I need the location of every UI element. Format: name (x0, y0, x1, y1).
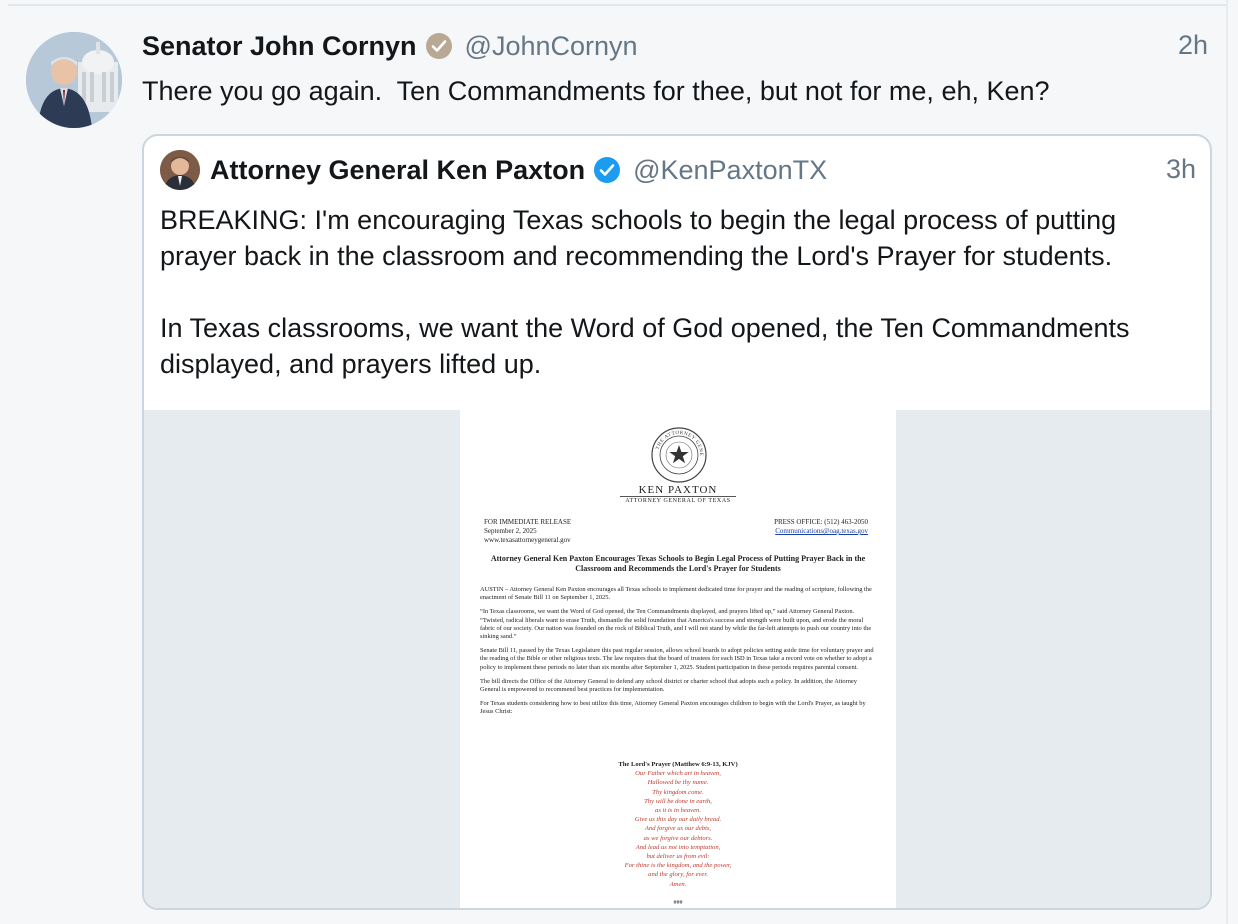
seal-text: THE ATTORNEY GENERAL · OF TEXAS (650, 426, 702, 456)
body-paragraph: The bill directs the Office of the Attor… (480, 677, 857, 694)
press-release-image: THE ATTORNEY GENERAL · OF TEXAS KEN PAXT… (460, 410, 896, 908)
prayer-line: Give us this day our daily bread. (634, 816, 722, 824)
quoted-tweet-header: Attorney General Ken Paxton @KenPaxtonTX (210, 150, 827, 190)
quoted-author-handle[interactable]: @KenPaxtonTX (633, 155, 827, 186)
prayer-line: And lead us not into temptation, (635, 843, 721, 851)
prayer-line: For thine is the kingdom, and the power, (624, 862, 732, 870)
prayer-line: Our Father which art in heaven, (635, 770, 721, 778)
prayer-line: as we forgive our debtors. (643, 834, 713, 842)
prayer-line: Hallowed be thy name. (647, 779, 709, 787)
top-divider (8, 4, 1226, 6)
quoted-avatar-photo-icon (160, 150, 200, 190)
press-office-phone: PRESS OFFICE: (512) 463-2050 (774, 518, 868, 526)
right-divider (1226, 0, 1228, 924)
prayer-line: Thy kingdom come. (652, 788, 704, 796)
prayer-title: The Lord's Prayer (Matthew 6:9-13, KJV) (618, 761, 738, 768)
svg-text:THE ATTORNEY GENERAL · OF TEXA: THE ATTORNEY GENERAL · OF TEXAS (650, 426, 703, 456)
quoted-tweet-card[interactable]: Attorney General Ken Paxton @KenPaxtonTX… (142, 134, 1212, 910)
quoted-author-name[interactable]: Attorney General Ken Paxton (210, 155, 585, 186)
body-paragraph: AUSTIN – Attorney General Ken Paxton enc… (480, 586, 872, 602)
avatar[interactable] (26, 32, 122, 128)
verified-badge-icon (594, 157, 621, 183)
author-handle[interactable]: @JohnCornyn (465, 31, 638, 62)
prayer-line: And forgive us our debts, (644, 825, 712, 833)
avatar-photo-icon (26, 32, 122, 128)
release-label: FOR IMMEDIATE RELEASE (484, 518, 572, 526)
verified-badge-icon (425, 33, 452, 59)
body-paragraph: For Texas students considering how to be… (480, 700, 866, 716)
release-website: www.texasattorneygeneral.gov (484, 536, 571, 544)
release-info: FOR IMMEDIATE RELEASE September 2, 2025 … (484, 518, 571, 545)
press-release-body: AUSTIN – Attorney General Ken Paxton enc… (480, 586, 876, 723)
quoted-tweet-text: BREAKING: I'm encouraging Texas schools … (160, 202, 1200, 418)
quoted-paragraph: BREAKING: I'm encouraging Texas schools … (160, 205, 1117, 271)
release-date: September 2, 2025 (484, 527, 537, 535)
tweet-text: There you go again. Ten Commandments for… (142, 76, 1050, 106)
tweet-header: Senator John Cornyn @JohnCornyn (142, 28, 638, 64)
tweet-timestamp[interactable]: 2h (1178, 30, 1208, 61)
press-office-email: Communications@oag.texas.gov (775, 527, 868, 535)
end-mark: ### (673, 900, 683, 906)
prayer-line: Amen. (669, 880, 687, 888)
prayer-line: Thy will be done in earth, (644, 797, 712, 805)
prayer-line: and the glory, for ever. (648, 871, 708, 879)
quoted-tweet-timestamp[interactable]: 3h (1166, 154, 1196, 185)
media-attachment[interactable]: THE ATTORNEY GENERAL · OF TEXAS KEN PAXT… (144, 410, 1210, 908)
lords-prayer: The Lord's Prayer (Matthew 6:9-13, KJV) … (460, 760, 896, 889)
doc-author-title: ATTORNEY GENERAL OF TEXAS (625, 498, 731, 504)
doc-author-name: KEN PAXTON (638, 484, 718, 496)
body-paragraph: “In Texas classrooms, we want the Word o… (480, 608, 872, 641)
prayer-line: but deliver us from evil: (646, 853, 710, 861)
prayer-line: as it is in heaven. (655, 807, 701, 815)
quoted-avatar[interactable] (160, 150, 200, 190)
press-office-info: PRESS OFFICE: (512) 463-2050 Communicati… (774, 518, 868, 536)
press-release-title: Attorney General Ken Paxton Encourages T… (490, 554, 866, 573)
quoted-paragraph: In Texas classrooms, we want the Word of… (160, 313, 1130, 379)
author-name[interactable]: Senator John Cornyn (142, 31, 417, 62)
doc-divider (620, 496, 736, 497)
seal-icon: THE ATTORNEY GENERAL · OF TEXAS (650, 426, 707, 483)
body-paragraph: Senate Bill 11, passed by the Texas Legi… (480, 647, 874, 671)
